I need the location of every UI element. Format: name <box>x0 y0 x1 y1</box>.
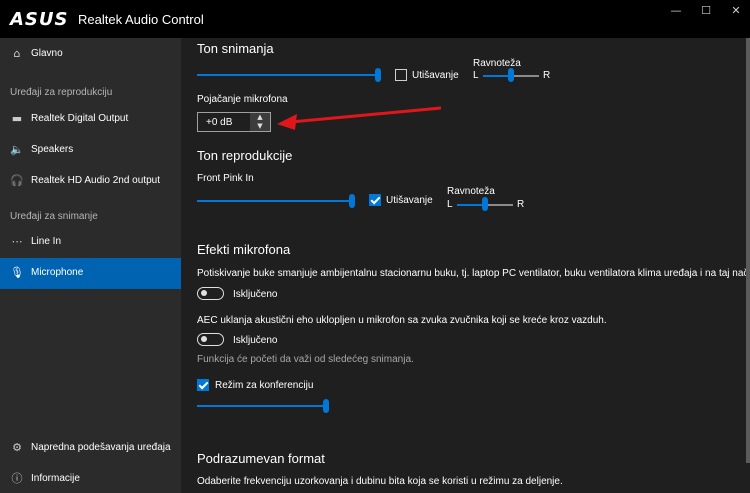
playback-balance-thumb[interactable] <box>482 197 488 211</box>
playback-volume-title: Ton reprodukcije <box>197 148 293 163</box>
gear-icon: ⚙ <box>12 441 22 454</box>
sidebar-item-label: Realtek Digital Output <box>31 113 129 124</box>
sidebar-item-label: Glavno <box>31 48 63 59</box>
sidebar-item-label: Line In <box>31 236 62 247</box>
close-icon[interactable]: ✕ <box>726 4 746 18</box>
playback-device-label: Front Pink In <box>197 173 254 184</box>
sidebar-item-info[interactable]: ⓘ Informacije <box>0 464 181 493</box>
sidebar-item-label: Realtek HD Audio 2nd output <box>31 175 160 186</box>
conference-mode-checkbox[interactable] <box>197 379 209 391</box>
asus-logo: ASUS <box>10 9 69 30</box>
noise-suppression-toggle[interactable] <box>197 287 224 300</box>
home-icon: ⌂ <box>13 47 21 60</box>
sidebar-item-digital-output[interactable]: ▬ Realtek Digital Output <box>0 104 181 135</box>
conference-mode-label: Režim za konferenciju <box>215 380 314 391</box>
playback-mute-label: Utišavanje <box>386 195 433 206</box>
maximize-icon[interactable]: ☐ <box>696 4 716 18</box>
speaker-icon: 🔈 <box>10 143 24 156</box>
aec-toggle[interactable] <box>197 333 224 346</box>
title-bar: ASUS Realtek Audio Control — ☐ ✕ <box>0 0 750 38</box>
sidebar-item-main[interactable]: ⌂ Glavno <box>0 39 181 70</box>
microphone-icon: 🎙 <box>10 266 24 279</box>
recording-section-label: Uređaji za snimanje <box>10 211 98 222</box>
playback-mute-checkbox[interactable] <box>369 194 381 206</box>
arrow-head <box>277 114 297 130</box>
sidebar-item-microphone[interactable]: 🎙 Microphone <box>0 258 181 289</box>
mic-effects-title: Efekti mikrofona <box>197 242 291 257</box>
playback-volume-thumb[interactable] <box>349 194 355 208</box>
app-title: Realtek Audio Control <box>78 12 204 27</box>
scrollbar[interactable] <box>746 38 750 463</box>
sidebar-item-label: Speakers <box>31 144 74 155</box>
playback-balance-left: L <box>447 199 453 210</box>
sidebar-item-label: Informacije <box>31 473 80 484</box>
playback-balance-label: Ravnoteža <box>447 186 495 197</box>
playback-volume-slider[interactable] <box>197 200 352 202</box>
sidebar: ⌂ Glavno Uređaji za reprodukciju ▬ Realt… <box>0 38 181 493</box>
conference-level-slider[interactable] <box>197 405 325 407</box>
red-arrow-annotation <box>277 106 442 130</box>
sidebar-item-hd-audio-2nd[interactable]: 🎧 Realtek HD Audio 2nd output <box>0 166 181 197</box>
sidebar-item-line-in[interactable]: ⋯ Line In <box>0 227 181 258</box>
aec-desc: AEC uklanja akustični eho ukloplјen u mi… <box>197 315 607 326</box>
sidebar-item-label: Microphone <box>31 267 84 278</box>
main-panel: Ton snimanja Utišavanje Ravnoteža L R Po… <box>181 38 750 493</box>
sidebar-item-advanced[interactable]: ⚙ Napredna podešavanja uređaja <box>0 433 181 464</box>
sidebar-item-label: Napredna podešavanja uređaja <box>31 442 171 453</box>
aec-state: Isključeno <box>233 335 278 346</box>
sidebar-item-speakers[interactable]: 🔈 Speakers <box>0 135 181 166</box>
playback-balance-fill <box>457 204 485 206</box>
default-format-title: Podrazumevan format <box>197 451 325 466</box>
conference-level-thumb[interactable] <box>323 399 329 413</box>
noise-suppression-desc: Potiskivanje buke smanjuje ambijentalnu … <box>197 268 749 279</box>
arrow-shaft <box>290 106 442 124</box>
line-in-icon: ⋯ <box>11 235 23 248</box>
noise-suppression-state: Isključeno <box>233 289 278 300</box>
info-icon: ⓘ <box>11 472 23 485</box>
digital-output-icon: ▬ <box>11 112 23 125</box>
playback-section-label: Uređaji za reprodukciju <box>10 87 113 98</box>
headphones-icon: 🎧 <box>10 174 24 187</box>
playback-balance-right: R <box>517 199 525 210</box>
default-format-desc: Odaberite frekvenciju uzorkovanja i dubi… <box>197 476 563 487</box>
minimize-icon[interactable]: — <box>666 4 686 18</box>
effects-note: Funkcija će početi da važi od sledećeg s… <box>197 354 414 365</box>
